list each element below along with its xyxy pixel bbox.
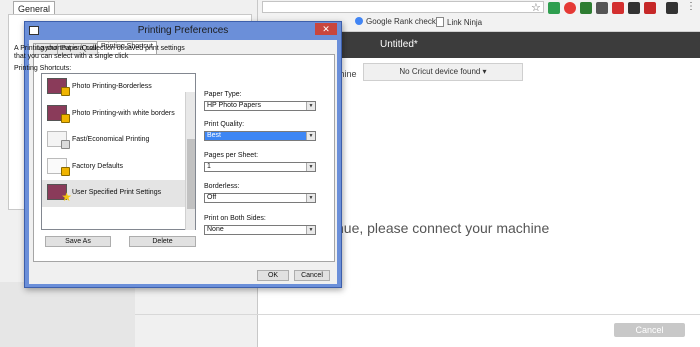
pages-per-sheet-label: Pages per Sheet: [204, 152, 259, 159]
print-both-sides-select[interactable]: None ▼ [204, 225, 316, 235]
connect-machine-message: nue, please connect your machine [336, 220, 550, 236]
photo-lock-icon [47, 104, 70, 123]
list-item[interactable]: Fast/Economical Printing [42, 127, 195, 154]
layers-icon[interactable] [596, 2, 608, 14]
document-lock-icon [47, 131, 70, 149]
save-as-button[interactable]: Save As [45, 236, 111, 247]
paper-type-label: Paper Type: [204, 91, 242, 98]
menu-kebab-icon[interactable]: ⋮ [686, 2, 696, 14]
pages-per-sheet-select[interactable]: 1 ▼ [204, 162, 316, 172]
print-both-sides-label: Print on Both Sides: [204, 215, 266, 222]
extension-icon[interactable] [580, 2, 592, 14]
ok-button[interactable]: OK [257, 270, 289, 281]
print-quality-label: Print Quality: [204, 121, 245, 128]
shortcuts-label: Printing Shortcuts: [14, 65, 72, 72]
address-bar[interactable] [262, 1, 544, 13]
dialog-title: Printing Preferences [137, 25, 229, 36]
background-left-footer [0, 282, 135, 347]
list-item[interactable]: User Specified Print Settings [42, 180, 195, 207]
photo-lock-icon [47, 78, 70, 96]
close-button[interactable]: ✕ [315, 23, 337, 35]
chevron-down-icon: ▼ [306, 102, 315, 110]
list-item[interactable]: Factory Defaults [42, 154, 195, 181]
chevron-down-icon: ▼ [306, 132, 315, 140]
chevron-down-icon: ▼ [306, 194, 315, 202]
borderless-label: Borderless: [204, 183, 240, 190]
scroll-thumb[interactable] [187, 139, 195, 209]
extension-icon[interactable] [628, 2, 640, 14]
extension-icon[interactable] [644, 2, 656, 14]
page-icon [436, 17, 444, 27]
paper-type-select[interactable]: HP Photo Papers ▼ [204, 101, 316, 111]
list-item[interactable]: Photo Printing-with white borders [42, 101, 195, 128]
delete-button[interactable]: Delete [129, 236, 196, 247]
dialog-cancel-button[interactable]: Cancel [294, 270, 330, 281]
shortcut-description: A Printing shortcut is a collection of s… [14, 45, 185, 60]
pinterest-icon[interactable] [564, 2, 576, 14]
app-cancel-button[interactable]: Cancel [614, 323, 685, 337]
extension-icon[interactable] [666, 2, 678, 14]
project-title: Untitled* [380, 39, 418, 50]
document-lock-icon [47, 157, 70, 176]
bookmark-link-ninja[interactable]: Link Ninja [436, 17, 482, 29]
borderless-select[interactable]: Off ▼ [204, 193, 316, 203]
shortcuts-list[interactable]: Photo Printing-Borderless Photo Printing… [41, 73, 196, 230]
chevron-down-icon: ▼ [306, 226, 315, 234]
print-quality-select[interactable]: Best ▼ [204, 131, 316, 141]
photo-star-icon [47, 184, 72, 203]
device-selector-button[interactable]: No Cricut device found ▾ [363, 63, 523, 81]
google-icon [355, 17, 363, 25]
bookmark-google-rank[interactable]: Google Rank checker [355, 17, 443, 29]
chevron-down-icon: ▼ [306, 163, 315, 171]
footer-divider [135, 314, 700, 315]
list-item[interactable]: Photo Printing-Borderless [42, 74, 195, 101]
pdf-icon[interactable] [612, 2, 624, 14]
extension-icon[interactable] [548, 2, 560, 14]
bookmark-star-icon[interactable]: ☆ [531, 1, 541, 14]
shortcuts-scrollbar[interactable] [185, 92, 195, 230]
